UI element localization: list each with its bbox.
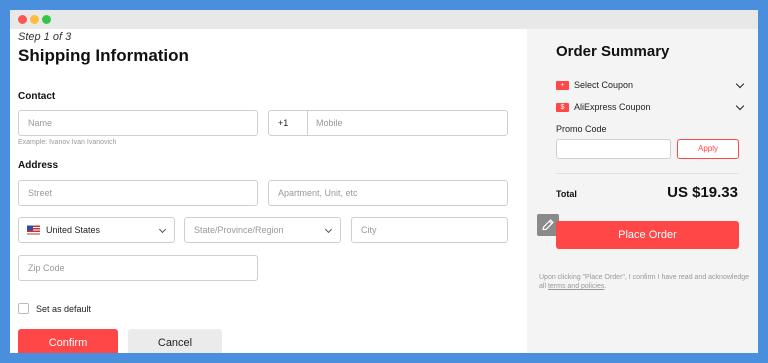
country-select[interactable]: United States: [18, 217, 175, 243]
confirm-button[interactable]: Confirm: [18, 329, 118, 353]
total-label: Total: [556, 189, 577, 199]
contact-heading: Contact: [18, 91, 56, 102]
chevron-down-icon: [158, 225, 167, 234]
shipping-panel: Step 1 of 3 Shipping Information Contact…: [10, 29, 527, 353]
apartment-placeholder: Apartment, Unit, etc: [278, 188, 358, 198]
page-title: Shipping Information: [18, 46, 189, 65]
place-order-button[interactable]: Place Order: [556, 221, 739, 249]
us-flag-icon: [27, 225, 40, 235]
zip-placeholder: Zip Code: [28, 263, 65, 273]
set-default-checkbox[interactable]: [18, 303, 29, 314]
promo-code-label: Promo Code: [556, 124, 607, 134]
phone-code-selector[interactable]: +1: [269, 111, 308, 135]
apartment-input[interactable]: Apartment, Unit, etc: [268, 180, 508, 206]
chevron-down-icon: [324, 225, 333, 234]
step-indicator: Step 1 of 3: [18, 31, 72, 43]
zip-input[interactable]: Zip Code: [18, 255, 258, 281]
terms-link[interactable]: terms and policies: [548, 283, 604, 290]
close-window-button[interactable]: [18, 15, 27, 24]
aliexpress-coupon-label: AliExpress Coupon: [574, 102, 651, 112]
terms-notice: Upon clicking "Place Order", I confirm I…: [539, 273, 754, 291]
total-value: US $19.33: [667, 184, 738, 201]
coupon-icon: +: [556, 81, 569, 90]
select-coupon-row[interactable]: + Select Coupon: [556, 79, 746, 93]
set-default-label: Set as default: [36, 304, 92, 314]
state-placeholder: State/Province/Region: [194, 225, 284, 235]
country-value: United States: [46, 225, 101, 235]
divider: [556, 173, 739, 174]
apply-button[interactable]: Apply: [677, 139, 739, 159]
browser-window: Step 1 of 3 Shipping Information Contact…: [10, 10, 758, 353]
order-summary-panel: Order Summary + Select Coupon $ AliExpre…: [527, 29, 758, 353]
cancel-button[interactable]: Cancel: [128, 329, 222, 353]
state-select[interactable]: State/Province/Region: [184, 217, 341, 243]
chevron-down-icon: [735, 79, 745, 89]
street-input[interactable]: Street: [18, 180, 258, 206]
name-example-hint: Example: Ivanov Ivan Ivanovich: [18, 139, 117, 146]
aliexpress-coupon-icon: $: [556, 103, 569, 112]
select-coupon-label: Select Coupon: [574, 80, 634, 90]
phone-code: +1: [278, 118, 289, 128]
street-placeholder: Street: [28, 188, 53, 198]
maximize-window-button[interactable]: [42, 15, 51, 24]
mobile-field[interactable]: +1 Mobile: [268, 110, 508, 136]
name-input[interactable]: Name: [18, 110, 258, 136]
aliexpress-coupon-row[interactable]: $ AliExpress Coupon: [556, 101, 746, 115]
minimize-window-button[interactable]: [30, 15, 39, 24]
city-placeholder: City: [361, 225, 377, 235]
notice-period: .: [604, 283, 607, 290]
chevron-down-icon: [735, 101, 745, 111]
order-summary-title: Order Summary: [556, 43, 670, 60]
promo-code-input[interactable]: [556, 139, 671, 159]
mobile-placeholder: Mobile: [316, 118, 343, 128]
name-placeholder: Name: [28, 118, 53, 128]
address-heading: Address: [18, 160, 59, 171]
title-bar: [10, 10, 758, 29]
city-input[interactable]: City: [351, 217, 508, 243]
